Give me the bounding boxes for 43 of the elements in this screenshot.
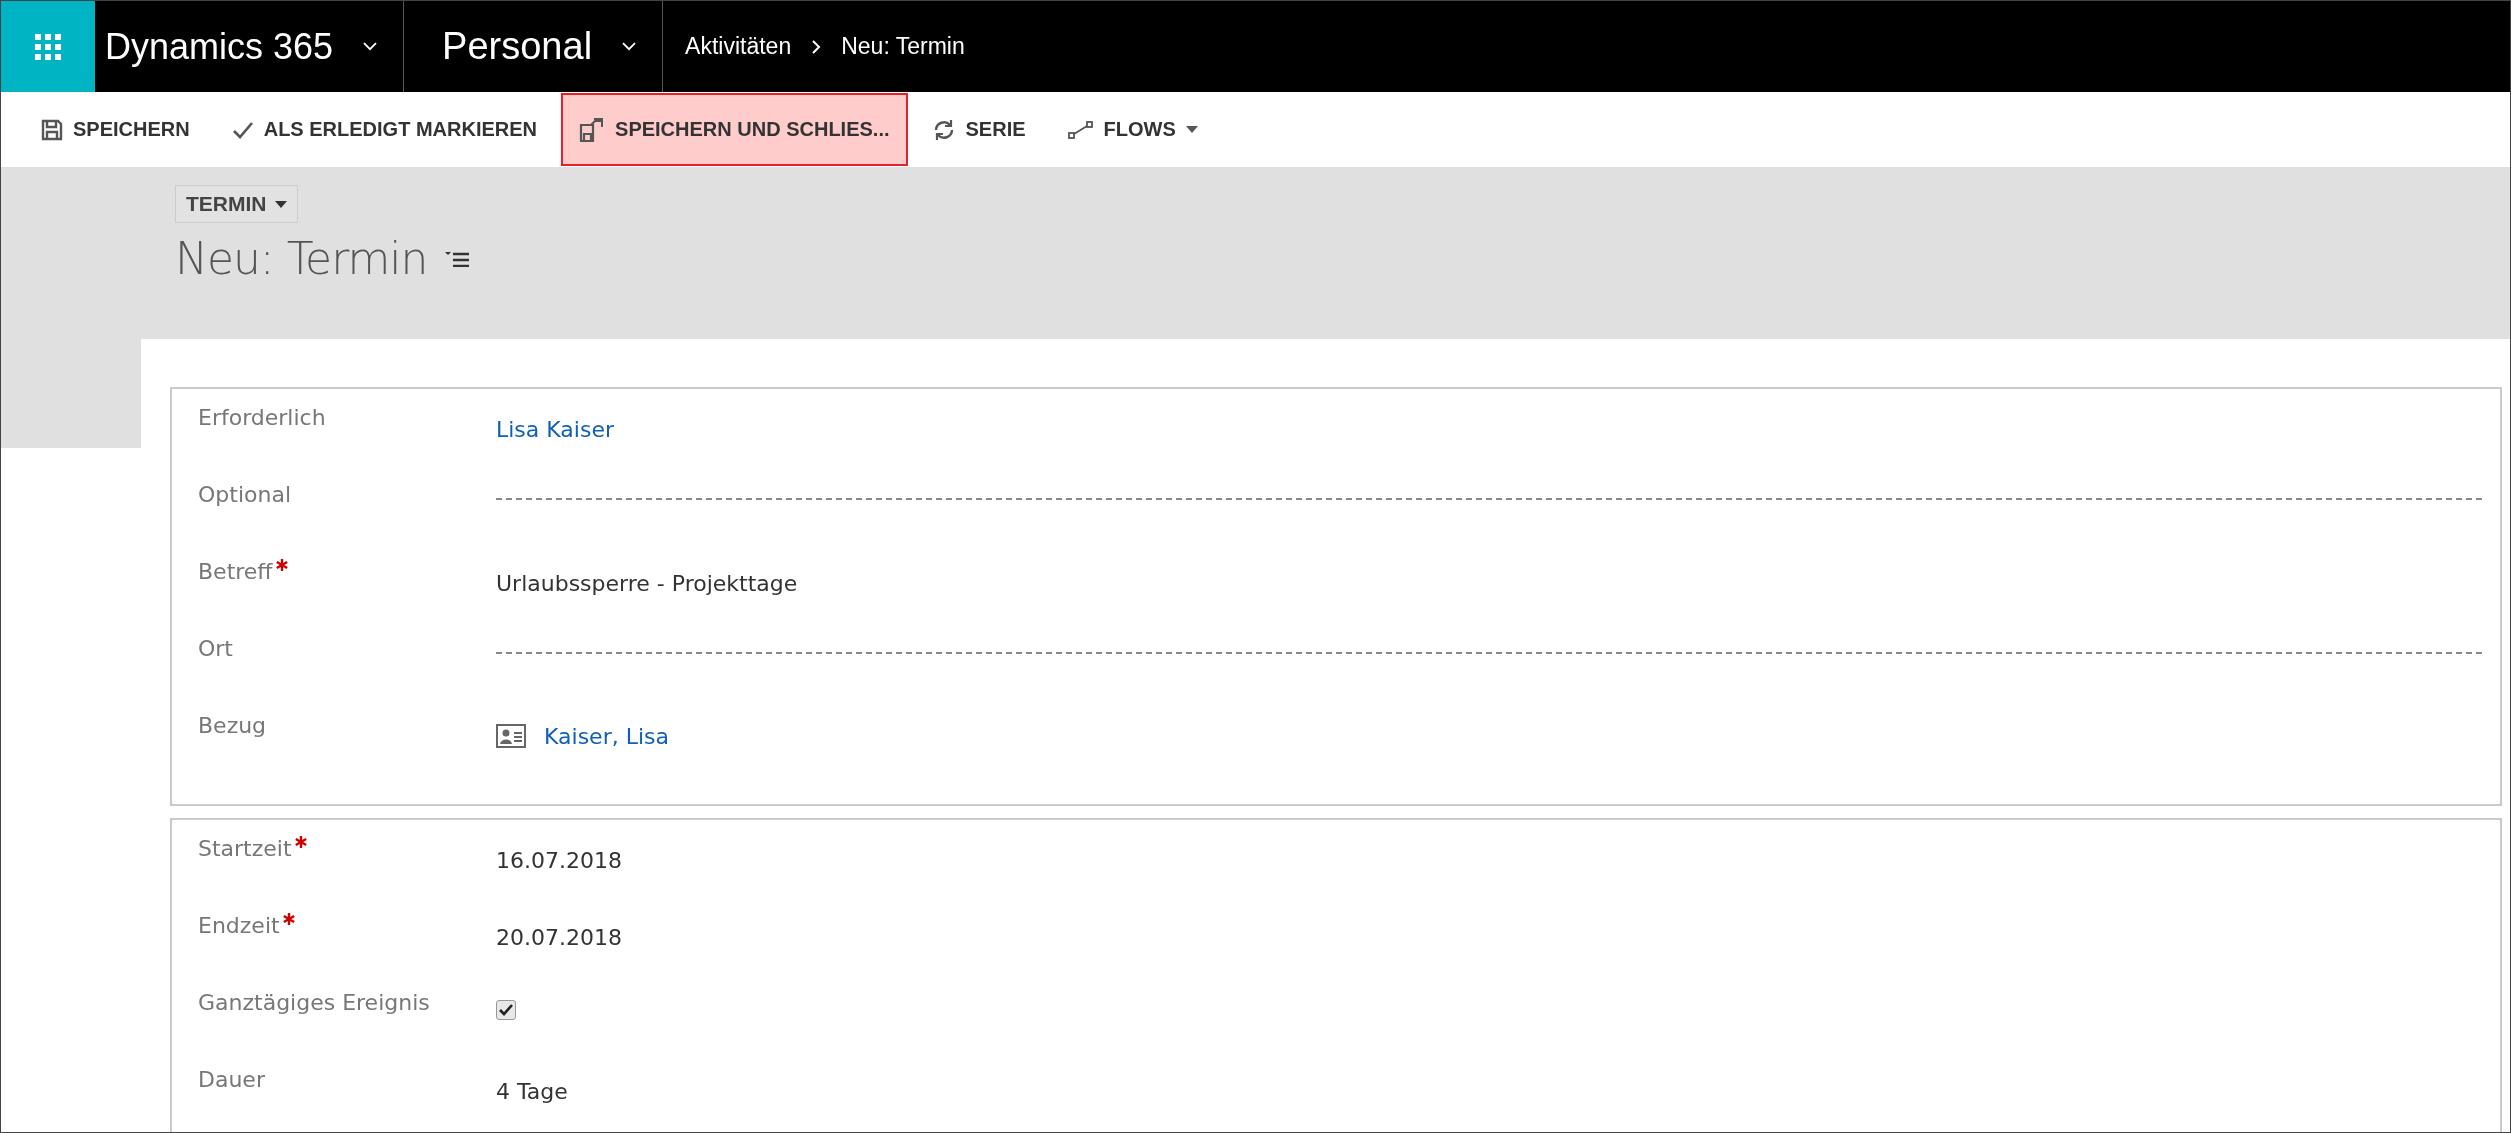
field-label: Startzeit [198, 836, 292, 861]
caret-icon [274, 200, 287, 208]
caret-icon [1185, 126, 1198, 133]
save-arrow-icon [579, 116, 606, 143]
toolbar-button[interactable]: SPEICHERN [23, 93, 208, 166]
checkbox[interactable] [496, 1000, 516, 1020]
required-asterisk-icon [294, 836, 307, 848]
caret-icon [622, 42, 637, 51]
field-value: 4 Tage [496, 1079, 568, 1104]
field-value: Urlaubssperre - Projekttage [496, 571, 798, 596]
field-link[interactable]: Kaiser, Lisa [544, 723, 669, 749]
field-label: Dauer [198, 1067, 265, 1092]
app-launcher-button[interactable] [1, 1, 95, 92]
grid-icon [35, 33, 61, 60]
flow-icon [1067, 119, 1094, 140]
breadcrumb-current: Neu: Termin [841, 33, 965, 60]
checkmark-icon [499, 1003, 513, 1017]
app-switcher[interactable]: Dynamics 365 [95, 1, 405, 92]
list-menu-icon[interactable] [445, 250, 470, 267]
toolbar-button[interactable]: ALS ERLEDIGT MARKIEREN [213, 93, 556, 166]
field-label: Optional [198, 482, 292, 507]
toolbar-button[interactable]: SERIE [913, 93, 1044, 166]
record-title: Neu: Termin [175, 233, 428, 284]
field-label: Ganztägiges Ereignis [198, 990, 430, 1015]
field-label: Ort [198, 636, 233, 661]
required-asterisk-icon [275, 559, 288, 571]
field-link[interactable]: Lisa Kaiser [496, 417, 614, 442]
breadcrumb-link[interactable]: Aktivitäten [685, 33, 792, 60]
chevron-right-icon [811, 38, 822, 55]
field-label: Erforderlich [198, 405, 326, 430]
field-value: 16.07.2018 [496, 848, 622, 873]
area-switcher[interactable]: Personal [404, 1, 664, 92]
field-label: Bezug [198, 713, 267, 738]
form-selector[interactable]: TERMIN [175, 185, 298, 223]
save-icon [41, 118, 63, 141]
contact-card-icon [496, 723, 526, 749]
toolbar-button[interactable]: FLOWS [1049, 93, 1216, 166]
field-label: Betreff [198, 559, 273, 584]
field-label: Endzeit [198, 913, 280, 938]
toolbar-button[interactable]: SPEICHERN UND SCHLIES... [561, 93, 908, 166]
required-asterisk-icon [282, 913, 295, 925]
caret-icon [363, 42, 378, 51]
field-value: 20.07.2018 [496, 925, 622, 950]
